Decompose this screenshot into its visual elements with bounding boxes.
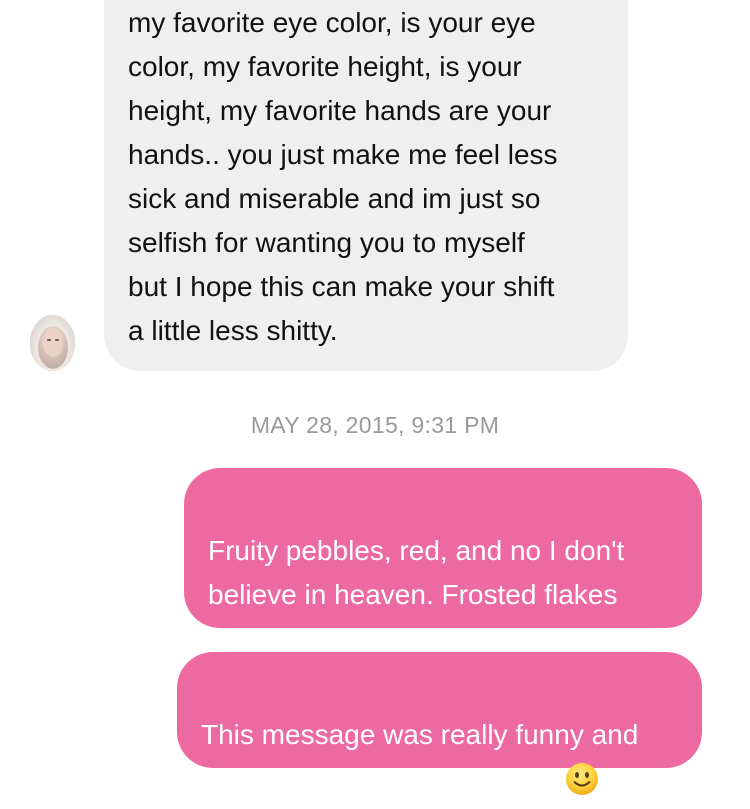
avatar-face xyxy=(43,329,63,357)
slightly-smiling-face-emoji-icon xyxy=(565,762,599,809)
received-message-bubble[interactable]: my favorite eye color, is your eye color… xyxy=(104,0,628,371)
avatar-eye xyxy=(47,339,51,341)
sent-message-bubble[interactable]: Fruity pebbles, red, and no I don't beli… xyxy=(184,468,702,654)
sent-message-text: Fruity pebbles, red, and no I don't beli… xyxy=(208,535,625,654)
avatar-eye xyxy=(55,339,59,341)
message-timestamp: MAY 28, 2015, 9:31 PM xyxy=(250,412,500,438)
sent-message-bubble[interactable]: This message was really funny and did ma… xyxy=(177,652,702,795)
avatar[interactable] xyxy=(30,315,75,371)
received-message-text: my favorite eye color, is your eye color… xyxy=(128,7,558,346)
